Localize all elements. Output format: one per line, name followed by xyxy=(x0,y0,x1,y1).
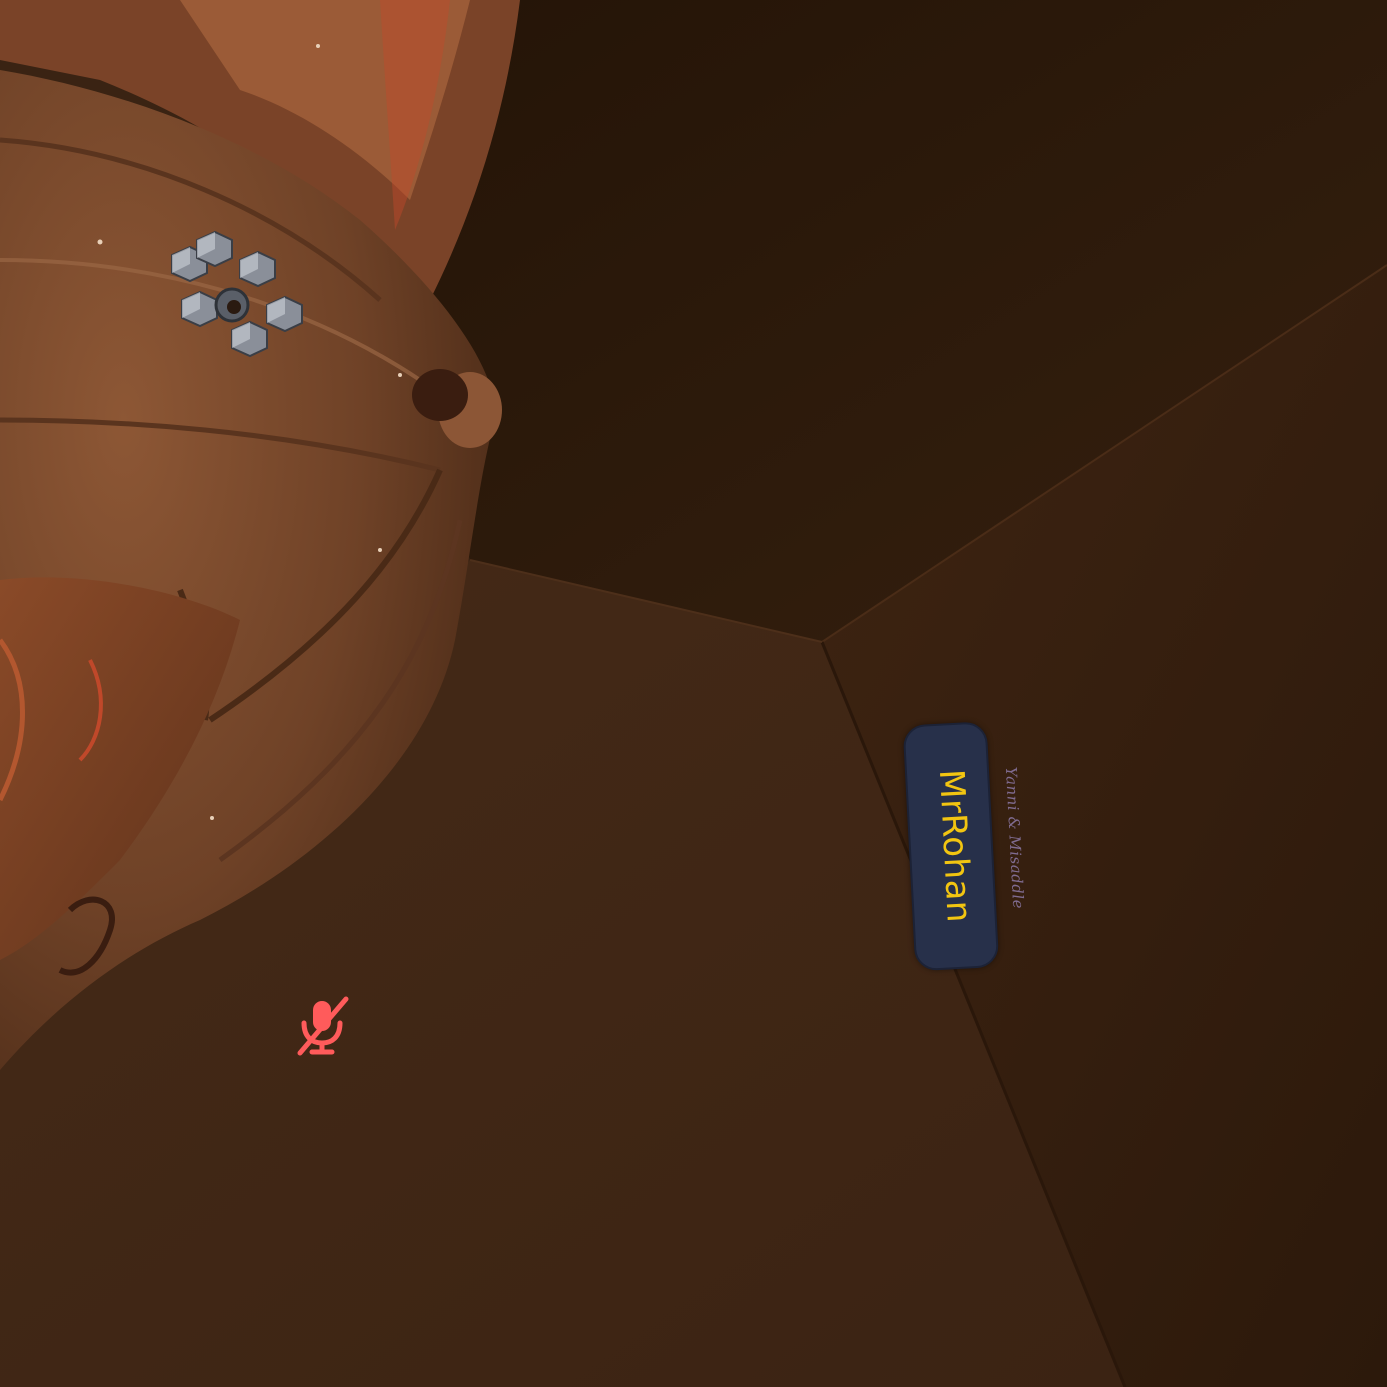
particle xyxy=(97,239,103,245)
player-name: MrRohan xyxy=(930,768,979,924)
particle xyxy=(378,548,382,552)
particle xyxy=(398,373,402,377)
player-status-tag: Yanni & Misaddle xyxy=(1001,766,1028,910)
nameplate-background: MrRohan xyxy=(902,721,1000,972)
mic-muted-icon xyxy=(297,996,349,1056)
particle xyxy=(210,816,214,820)
particle xyxy=(316,44,320,48)
hair-tie-shadow xyxy=(412,369,468,421)
game-viewport: MrRohan Yanni & Misaddle xyxy=(0,0,1387,1387)
player-nameplate[interactable]: MrRohan Yanni & Misaddle xyxy=(899,719,1052,976)
room-background xyxy=(0,0,1387,1387)
